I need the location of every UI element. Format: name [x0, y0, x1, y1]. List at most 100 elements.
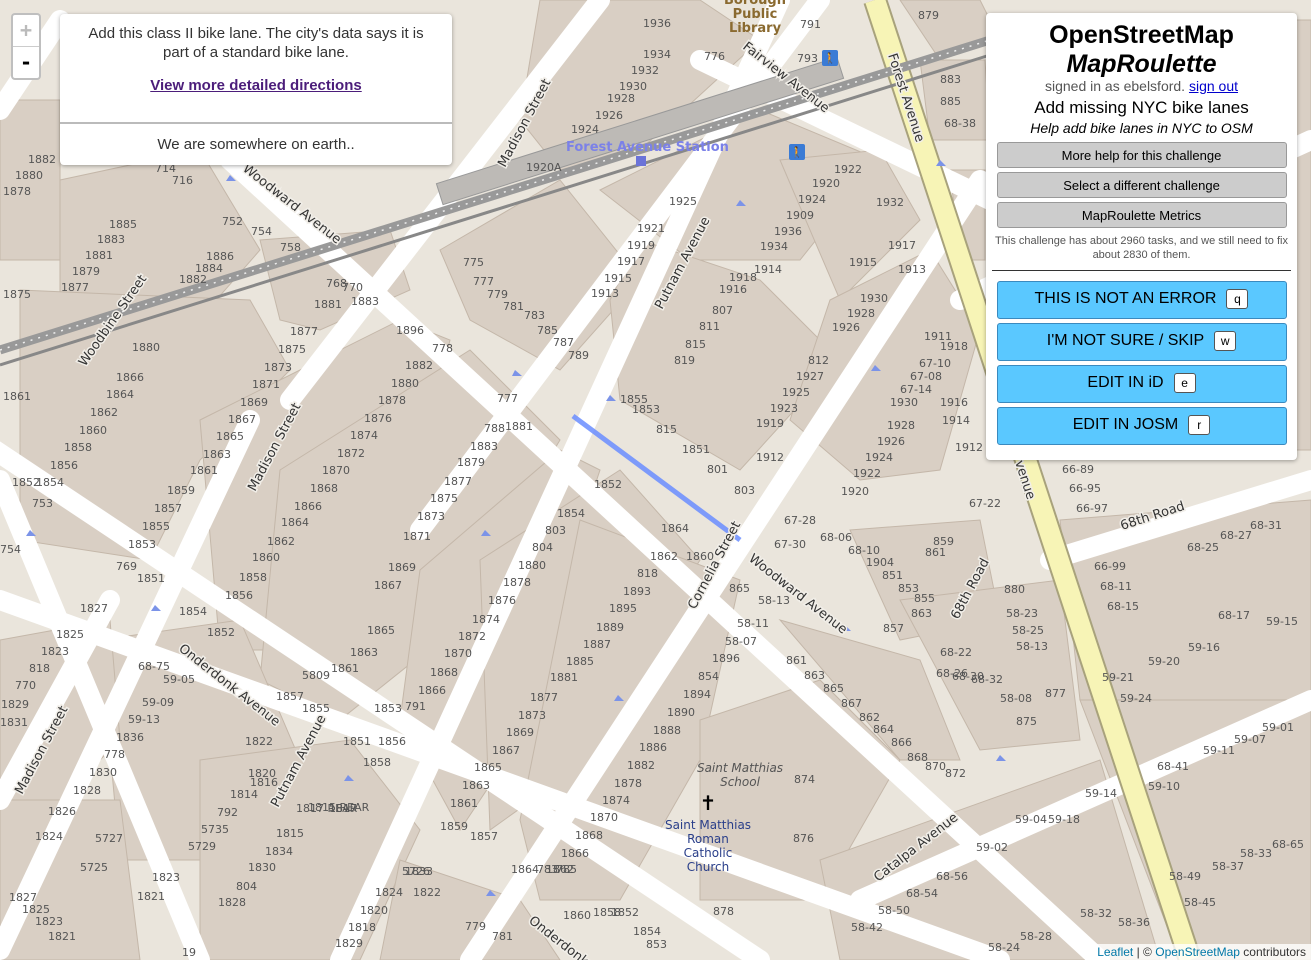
- pedestrian-icon: 🚶: [789, 144, 805, 160]
- house-number: 59-16: [1188, 641, 1220, 654]
- house-number: 1860: [686, 550, 714, 563]
- osm-link[interactable]: OpenStreetMap: [1155, 945, 1240, 959]
- house-number: 851: [882, 569, 903, 582]
- zoom-out-button[interactable]: -: [13, 47, 39, 78]
- house-number: 1928: [607, 92, 635, 105]
- house-number: 59-11: [1203, 744, 1235, 757]
- house-number: 1882: [627, 759, 655, 772]
- house-number: 1869: [388, 561, 416, 574]
- detailed-directions-link[interactable]: View more detailed directions: [60, 77, 452, 94]
- house-number: 1853: [632, 403, 660, 416]
- house-number: 779: [465, 920, 486, 933]
- house-number: 1854: [179, 605, 207, 618]
- house-number: 1927: [796, 370, 824, 383]
- house-number: 68-75: [138, 660, 170, 673]
- not-an-error-label: THIS IS NOT AN ERROR: [1034, 290, 1217, 307]
- house-number: 59-14: [1085, 787, 1117, 800]
- church-icon: ✝: [700, 793, 717, 815]
- house-number: 1855: [302, 702, 330, 715]
- house-number: 1818: [348, 921, 376, 934]
- task-divider: [60, 122, 452, 124]
- house-number: 861: [786, 654, 807, 667]
- house-number: 1928: [887, 419, 915, 432]
- task-instruction-text: Add this class II bike lane. The city's …: [88, 25, 424, 61]
- house-number: 1829: [1, 698, 29, 711]
- svg-text:🚶: 🚶: [790, 146, 804, 159]
- leaflet-link[interactable]: Leaflet: [1097, 945, 1133, 959]
- house-number: 1912: [955, 441, 983, 454]
- house-number: 1878: [3, 185, 31, 198]
- house-number: 777: [497, 392, 518, 405]
- edit-in-id-button[interactable]: EDIT IN iD e: [996, 365, 1287, 403]
- house-number: 1874: [472, 613, 500, 626]
- house-number: 1893: [623, 585, 651, 598]
- house-number: 1936: [774, 225, 802, 238]
- house-number: 807: [712, 304, 733, 317]
- shortcut-key: r: [1188, 414, 1211, 435]
- not-an-error-button[interactable]: THIS IS NOT AN ERROR q: [996, 281, 1287, 319]
- zoom-in-button[interactable]: +: [13, 15, 39, 47]
- house-number: 1833: [405, 865, 433, 878]
- house-number: 1904: [866, 556, 894, 569]
- house-number: 67-30: [774, 538, 806, 551]
- house-number: 803: [734, 484, 755, 497]
- select-challenge-button[interactable]: Select a different challenge: [996, 172, 1287, 198]
- house-number: 5735: [201, 823, 229, 836]
- house-number: 1916: [940, 396, 968, 409]
- house-number: 1926: [877, 435, 905, 448]
- house-number: 1828: [73, 784, 101, 797]
- house-number: 1877: [530, 691, 558, 704]
- house-number: 1879: [72, 265, 100, 278]
- house-number: 1856: [225, 589, 253, 602]
- sign-out-link[interactable]: sign out: [1189, 78, 1238, 94]
- house-number: 874: [794, 773, 815, 786]
- house-number: 870: [925, 760, 946, 773]
- house-number: 1858: [239, 571, 267, 584]
- house-number: 67-22: [969, 497, 1001, 510]
- house-number: 1865: [216, 430, 244, 443]
- house-number: 1830: [89, 766, 117, 779]
- house-number: 863: [911, 607, 932, 620]
- house-number: 1924: [571, 123, 599, 136]
- house-number: 857: [883, 622, 904, 635]
- svg-text:🚶: 🚶: [823, 52, 837, 65]
- house-number: 59-15: [1266, 615, 1298, 628]
- house-number: 1922: [853, 467, 881, 480]
- house-number: 1870: [444, 647, 472, 660]
- house-number: 1861: [331, 662, 359, 675]
- house-number: 883: [940, 73, 961, 86]
- house-number: 1854: [557, 507, 585, 520]
- house-number: 1867: [374, 579, 402, 592]
- house-number: 1924: [865, 451, 893, 464]
- church-label: Catholic: [684, 846, 733, 860]
- house-number: 1857: [470, 830, 498, 843]
- house-number: 1860: [252, 551, 280, 564]
- house-number: 66-99: [1094, 560, 1126, 573]
- house-number: 5809: [302, 669, 330, 682]
- edit-in-josm-button[interactable]: EDIT IN JOSM r: [996, 407, 1287, 445]
- challenge-task-info: This challenge has about 2960 tasks, and…: [995, 235, 1288, 261]
- house-number: 1870: [322, 464, 350, 477]
- house-number: 787: [553, 336, 574, 349]
- house-number: 1895: [609, 602, 637, 615]
- house-number: 777: [473, 275, 494, 288]
- house-number: 58-32: [1080, 907, 1112, 920]
- house-number: 1866: [116, 371, 144, 384]
- house-number: 1890: [667, 706, 695, 719]
- house-number: 1852: [12, 476, 40, 489]
- edit-in-josm-label: EDIT IN JOSM: [1072, 416, 1179, 433]
- house-number: 1864: [281, 516, 309, 529]
- house-number: 1872: [337, 447, 365, 460]
- house-number: 68-56: [936, 870, 968, 883]
- more-help-button[interactable]: More help for this challenge: [996, 142, 1287, 168]
- house-number: 59-10: [1148, 780, 1180, 793]
- house-number: 1875: [430, 492, 458, 505]
- house-number: 1874: [602, 794, 630, 807]
- metrics-button[interactable]: MapRoulette Metrics: [996, 202, 1287, 228]
- house-number: 68-38: [944, 117, 976, 130]
- skip-button[interactable]: I'M NOT SURE / SKIP w: [996, 323, 1287, 361]
- house-number: 867: [841, 697, 862, 710]
- house-number: 1922: [834, 163, 862, 176]
- house-number: 1885: [566, 655, 594, 668]
- house-number: 1925: [782, 386, 810, 399]
